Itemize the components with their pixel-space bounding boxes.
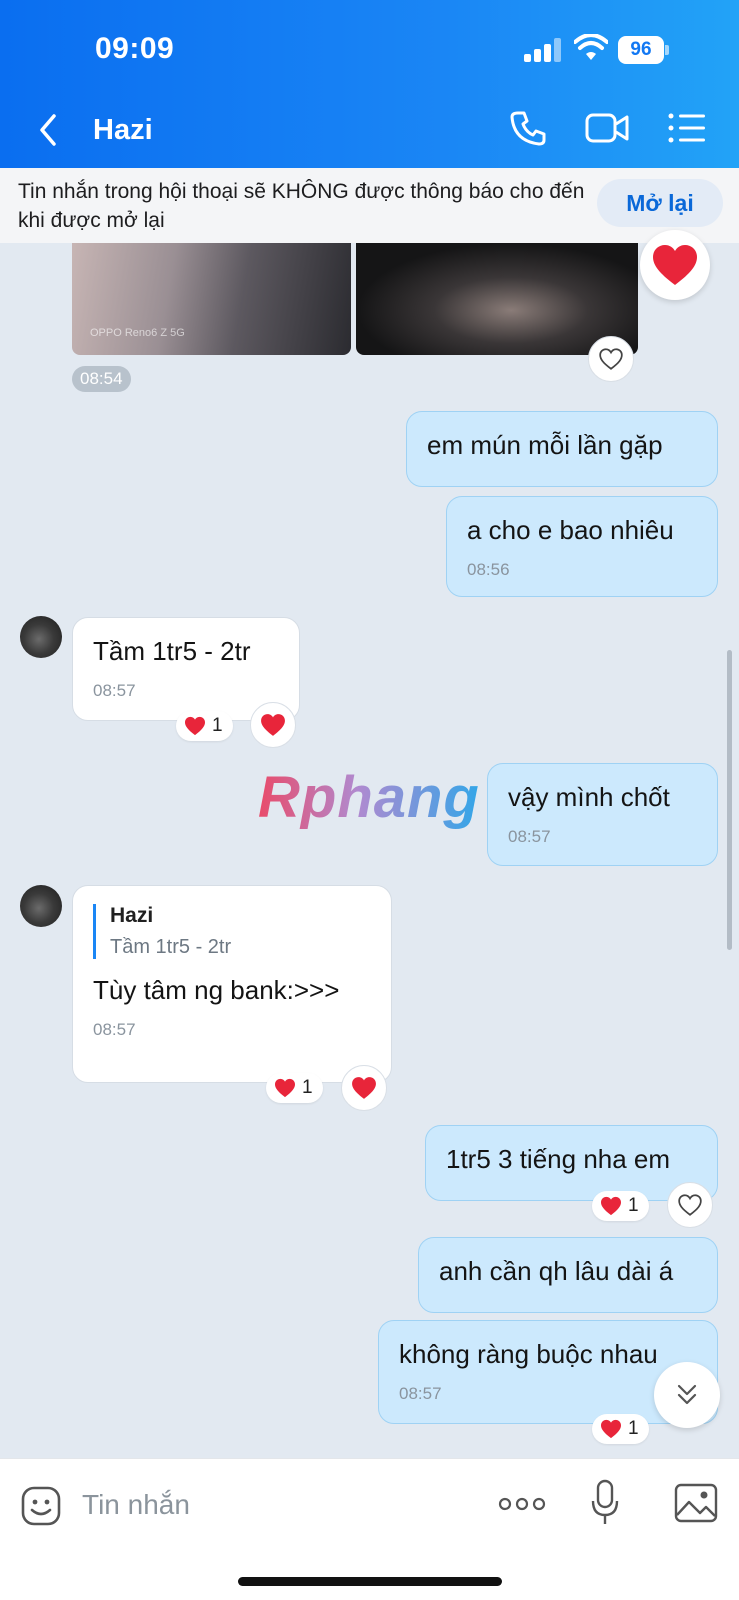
heart-icon bbox=[601, 1196, 621, 1216]
message-text: anh cần qh lâu dài á bbox=[439, 1256, 674, 1286]
message-time: 08:57 bbox=[93, 681, 136, 700]
message-bubble[interactable]: em mún mỗi lần gặp bbox=[406, 411, 718, 487]
reaction-number: 1 bbox=[302, 1077, 313, 1098]
header-bar: 09:09 96 Hazi bbox=[0, 0, 739, 168]
message-text: a cho e bao nhiêu bbox=[467, 515, 674, 545]
reaction-count[interactable]: 1 bbox=[176, 711, 233, 741]
sticker-icon[interactable] bbox=[20, 1485, 62, 1527]
image-gallery-icon[interactable] bbox=[674, 1483, 718, 1523]
message-text: Tùy tâm ng bank:>>> bbox=[93, 975, 340, 1005]
message-text: không ràng buộc nhau bbox=[399, 1339, 658, 1369]
reaction-number: 1 bbox=[212, 715, 223, 736]
mute-notice: Tin nhắn trong hội thoại sẽ KHÔNG được t… bbox=[0, 168, 739, 243]
status-time: 09:09 bbox=[95, 32, 175, 65]
message-composer: Tin nhắn bbox=[0, 1458, 739, 1600]
reaction-picker-heart[interactable] bbox=[640, 230, 710, 300]
heart-icon bbox=[653, 245, 697, 285]
back-icon[interactable] bbox=[34, 110, 64, 150]
heart-icon bbox=[352, 1077, 376, 1099]
signal-icon bbox=[524, 38, 564, 62]
mute-notice-text: Tin nhắn trong hội thoại sẽ KHÔNG được t… bbox=[18, 180, 585, 232]
scrollbar[interactable] bbox=[727, 650, 732, 950]
more-options-icon[interactable] bbox=[498, 1497, 546, 1511]
message-bubble[interactable]: Hazi Tầm 1tr5 - 2tr Tùy tâm ng bank:>>> … bbox=[72, 885, 392, 1083]
wifi-icon bbox=[574, 34, 608, 60]
message-time: 08:57 bbox=[93, 1020, 136, 1039]
reply-quote[interactable]: Hazi Tầm 1tr5 - 2tr bbox=[93, 904, 371, 959]
scroll-to-bottom-button[interactable] bbox=[654, 1362, 720, 1428]
message-text: 1tr5 3 tiếng nha em bbox=[446, 1144, 671, 1174]
reaction-count[interactable]: 1 bbox=[266, 1073, 323, 1103]
message-time: 08:57 bbox=[508, 827, 551, 846]
reply-quote-name: Hazi bbox=[110, 904, 154, 927]
battery-icon: 96 bbox=[618, 36, 670, 64]
photo-attachment-1[interactable]: OPPO Reno6 Z 5G bbox=[72, 243, 351, 355]
photo-attachment-2[interactable] bbox=[356, 243, 638, 355]
video-call-icon[interactable] bbox=[585, 112, 629, 144]
react-button[interactable] bbox=[588, 336, 634, 382]
heart-icon bbox=[261, 714, 285, 736]
photo-watermark-text: OPPO Reno6 Z 5G bbox=[90, 327, 185, 339]
message-bubble[interactable]: vậy mình chốt 08:57 bbox=[487, 763, 718, 866]
message-bubble[interactable]: a cho e bao nhiêu 08:56 bbox=[446, 496, 718, 597]
message-text: vậy mình chốt bbox=[508, 782, 670, 812]
watermark-logo: Rphang bbox=[258, 765, 480, 830]
heart-icon bbox=[275, 1078, 295, 1098]
message-input[interactable]: Tin nhắn bbox=[82, 1489, 190, 1521]
message-text: Tầm 1tr5 - 2tr bbox=[93, 636, 251, 666]
double-chevron-down-icon bbox=[677, 1384, 697, 1405]
microphone-icon[interactable] bbox=[590, 1479, 620, 1527]
heart-icon bbox=[185, 716, 205, 736]
avatar[interactable] bbox=[20, 885, 62, 927]
reopen-button[interactable]: Mở lại bbox=[597, 179, 723, 227]
home-indicator bbox=[238, 1577, 502, 1586]
menu-list-icon[interactable] bbox=[668, 112, 706, 144]
message-time: 08:57 bbox=[399, 1384, 442, 1403]
chat-title[interactable]: Hazi bbox=[93, 114, 153, 147]
reply-quote-text: Tầm 1tr5 - 2tr bbox=[110, 936, 232, 958]
heart-icon bbox=[601, 1419, 621, 1439]
reaction-number: 1 bbox=[628, 1418, 639, 1439]
react-button[interactable] bbox=[341, 1065, 387, 1111]
reaction-count[interactable]: 1 bbox=[592, 1191, 649, 1221]
reaction-number: 1 bbox=[628, 1195, 639, 1216]
message-bubble[interactable]: anh cần qh lâu dài á bbox=[418, 1237, 718, 1313]
react-button[interactable] bbox=[667, 1182, 713, 1228]
react-button[interactable] bbox=[250, 702, 296, 748]
photo-time: 08:54 bbox=[72, 366, 131, 392]
message-time: 08:56 bbox=[467, 560, 510, 579]
phone-icon[interactable] bbox=[508, 108, 548, 148]
battery-level: 96 bbox=[618, 36, 664, 64]
message-text: em mún mỗi lần gặp bbox=[427, 430, 663, 460]
avatar[interactable] bbox=[20, 616, 62, 658]
heart-outline-icon bbox=[678, 1194, 702, 1216]
reaction-count[interactable]: 1 bbox=[592, 1414, 649, 1444]
heart-outline-icon bbox=[599, 348, 623, 370]
